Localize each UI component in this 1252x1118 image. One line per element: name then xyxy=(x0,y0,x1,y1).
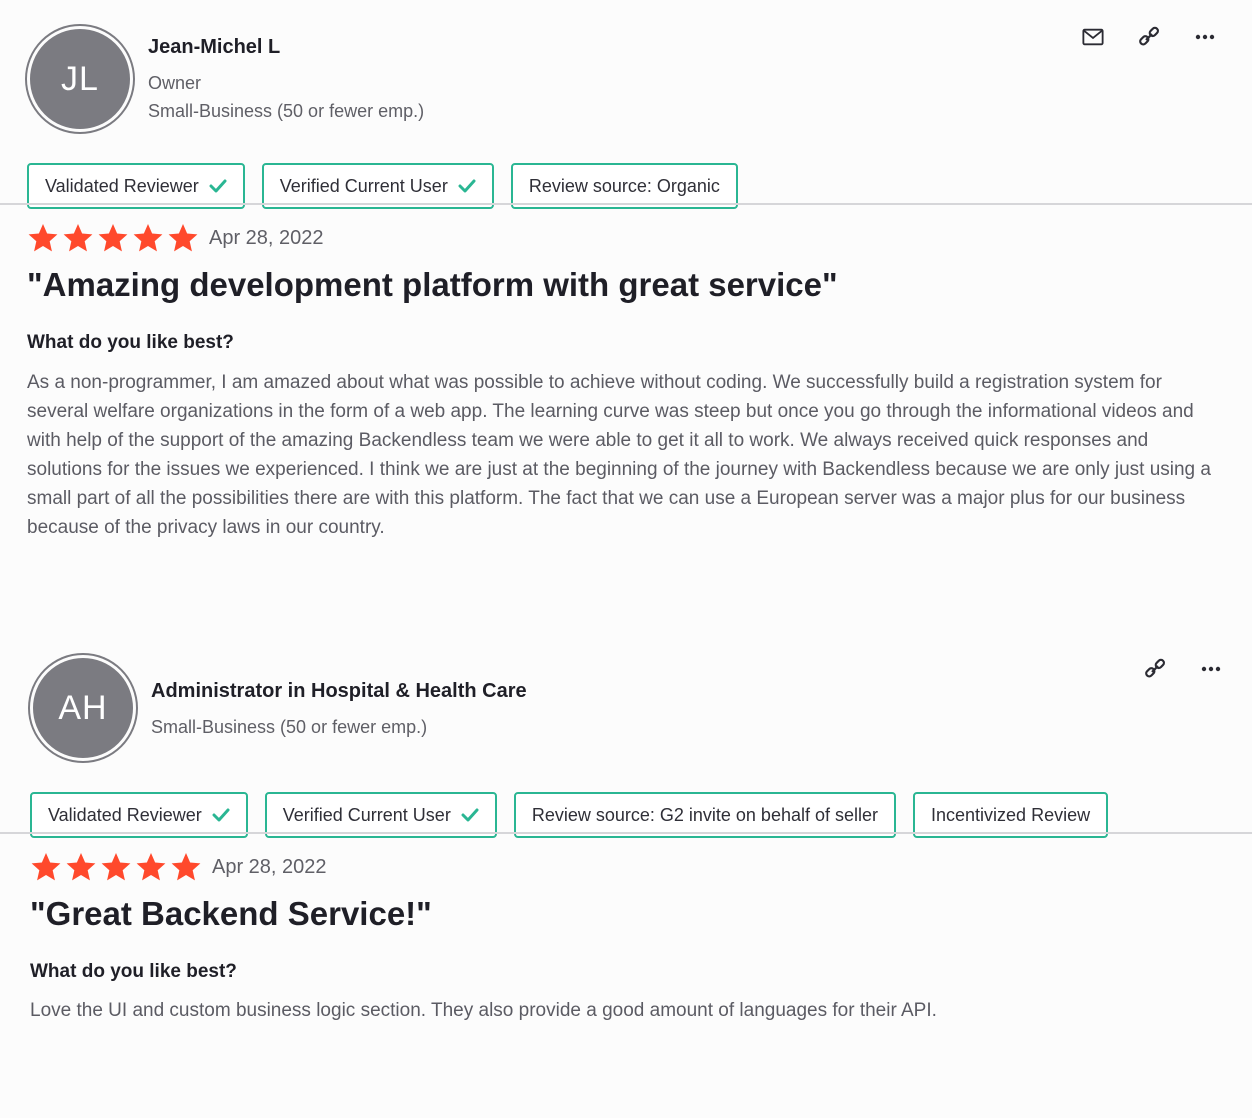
review-date: Apr 28, 2022 xyxy=(209,226,324,249)
badge-label: Review source: G2 invite on behalf of se… xyxy=(531,804,879,825)
divider xyxy=(0,832,1252,834)
badge-label: Incentivized Review xyxy=(931,804,1091,825)
avatar: AH xyxy=(30,655,136,761)
badge-label: Verified Current User xyxy=(279,175,448,196)
star-rating xyxy=(27,222,199,254)
divider xyxy=(0,203,1252,205)
rating-row: Apr 28, 2022 xyxy=(30,851,1252,883)
avatar: JL xyxy=(27,26,133,132)
review-card: JL Jean-Michel L Owner Small-Business (5… xyxy=(0,0,1252,538)
star-icon xyxy=(133,224,163,252)
star-icon xyxy=(168,224,198,252)
star-icon xyxy=(98,224,128,252)
review-title: "Amazing development platform with great… xyxy=(27,266,838,303)
check-icon xyxy=(461,808,479,822)
star-icon xyxy=(31,853,61,881)
review-date: Apr 28, 2022 xyxy=(212,855,327,878)
mail-icon[interactable] xyxy=(1082,26,1104,48)
reviewer-header: AH Administrator in Hospital & Health Ca… xyxy=(0,630,1252,770)
star-icon xyxy=(101,853,131,881)
star-icon xyxy=(171,853,201,881)
review-actions xyxy=(1144,658,1222,680)
review-question: What do you like best? xyxy=(30,961,237,982)
review-card: AH Administrator in Hospital & Health Ca… xyxy=(0,630,1252,1021)
review-answer: As a non-programmer, I am amazed about w… xyxy=(27,372,1211,538)
star-rating xyxy=(30,851,202,883)
star-icon xyxy=(136,853,166,881)
more-icon[interactable] xyxy=(1194,26,1216,48)
reviewer-name: Administrator in Hospital & Health Care xyxy=(151,680,527,702)
check-icon xyxy=(212,808,230,822)
star-icon xyxy=(63,224,93,252)
link-icon[interactable] xyxy=(1138,26,1160,48)
badge-label: Validated Reviewer xyxy=(48,804,202,825)
check-icon xyxy=(209,179,227,193)
link-icon[interactable] xyxy=(1144,658,1166,680)
rating-row: Apr 28, 2022 xyxy=(27,222,1252,254)
review-question: What do you like best? xyxy=(27,332,234,353)
reviewer-company-size: Small-Business (50 or fewer emp.) xyxy=(148,101,425,121)
star-icon xyxy=(66,853,96,881)
reviewer-company-size: Small-Business (50 or fewer emp.) xyxy=(151,717,428,737)
badge-label: Review source: Organic xyxy=(528,175,720,196)
reviewer-info: Administrator in Hospital & Health Care … xyxy=(151,680,527,741)
reviewer-header: JL Jean-Michel L Owner Small-Business (5… xyxy=(0,0,1252,140)
badge-label: Verified Current User xyxy=(282,804,451,825)
star-icon xyxy=(28,224,58,252)
review-answer: Love the UI and custom business logic se… xyxy=(30,1000,937,1021)
review-title: "Great Backend Service!" xyxy=(30,895,432,932)
reviewer-name: Jean-Michel L xyxy=(148,36,281,58)
more-icon[interactable] xyxy=(1200,658,1222,680)
badge-label: Validated Reviewer xyxy=(45,175,199,196)
review-actions xyxy=(1082,26,1216,48)
reviewer-info: Jean-Michel L Owner Small-Business (50 o… xyxy=(148,36,424,125)
check-icon xyxy=(458,179,476,193)
reviewer-title: Owner xyxy=(148,73,202,93)
